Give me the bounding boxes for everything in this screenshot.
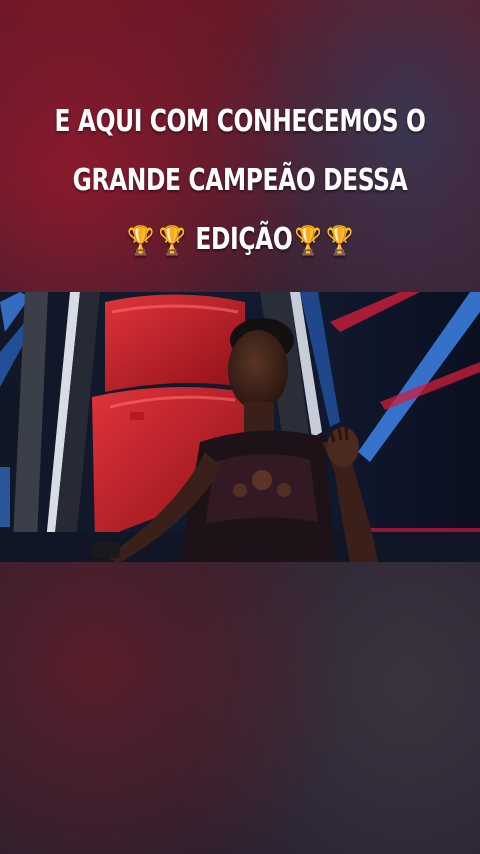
trophy-icon: 🏆 bbox=[158, 224, 186, 257]
caption-line-3: 🏆 🏆 EDIÇÃO🏆 🏆 bbox=[53, 210, 427, 270]
story-screen: E AQUI COM CONHECEMOS O GRANDE CAMPEÃO D… bbox=[0, 0, 480, 854]
caption-line-3-text: EDIÇÃO bbox=[195, 222, 293, 257]
caption-line-2: GRANDE CAMPEÃO DESSA bbox=[72, 163, 408, 198]
caption-line-1: E AQUI COM CONHECEMOS O bbox=[54, 104, 426, 139]
video-scene bbox=[0, 292, 480, 562]
trophy-icon: 🏆 bbox=[126, 224, 154, 257]
caption-text-overlay: E AQUI COM CONHECEMOS O GRANDE CAMPEÃO D… bbox=[53, 92, 427, 270]
trophy-icon: 🏆 bbox=[326, 224, 354, 257]
video-frame[interactable] bbox=[0, 292, 480, 562]
trophy-icon: 🏆 bbox=[294, 224, 322, 257]
